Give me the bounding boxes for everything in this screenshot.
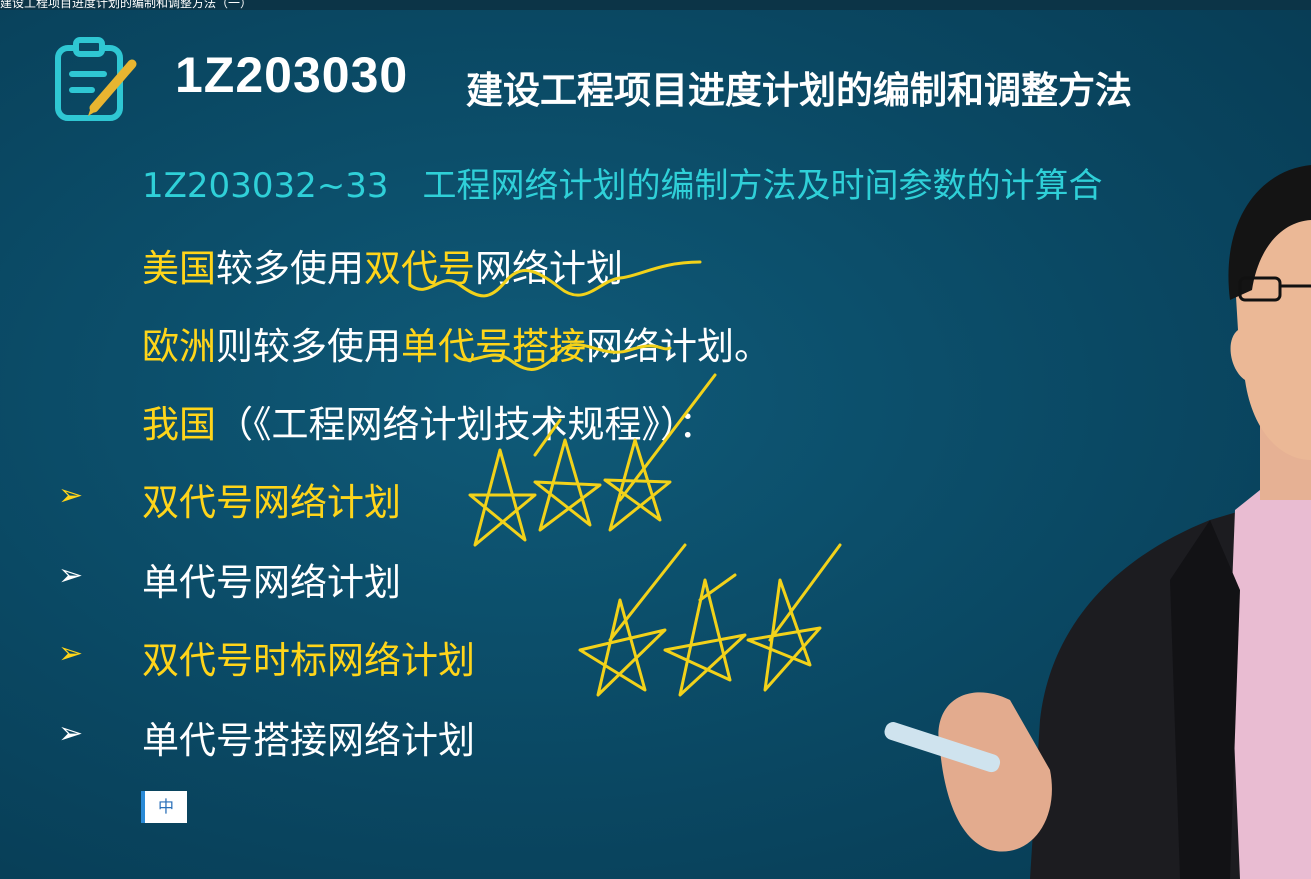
line-text: 则较多使用 [216, 325, 401, 368]
check-icon [608, 543, 687, 642]
line-text: 网络计划 [475, 247, 623, 290]
highlight-country: 美国 [142, 247, 216, 290]
list-item: 双代号时标网络计划 [142, 639, 475, 682]
star-icon [746, 578, 822, 692]
highlight-term: 双代号 [364, 247, 475, 290]
list-bullet: ➢ [58, 636, 84, 671]
star-icon [533, 438, 602, 532]
list-item: 单代号搭接网络计划 [142, 719, 475, 762]
highlight-term: 单代号搭接 [401, 325, 586, 368]
check-icon [768, 543, 842, 642]
list-item: 双代号网络计划 [142, 481, 401, 524]
star-icon [578, 598, 667, 697]
line-text: 网络计划。 [586, 325, 771, 368]
list-bullet: ➢ [58, 558, 84, 593]
page-title: 建设工程项目进度计划的编制和调整方法 [466, 69, 1132, 112]
input-method-badge[interactable]: 中 [141, 791, 187, 823]
text-line-china: 我国（《工程网络计划技术规程》）： [142, 394, 716, 448]
list-item: 单代号网络计划 [142, 561, 401, 604]
star-icon [603, 438, 672, 532]
line-text: （《工程网络计划技术规程》）： [216, 403, 716, 446]
check-icon [698, 573, 737, 602]
text-line-europe: 欧洲则较多使用单代号搭接网络计划。 [142, 316, 771, 370]
highlight-country: 欧洲 [142, 325, 216, 368]
window-title-bar: 建设工程项目进度计划的编制和调整方法（一） [0, 0, 1311, 10]
window-title: 建设工程项目进度计划的编制和调整方法（一） [0, 0, 253, 10]
highlight-country: 我国 [142, 403, 216, 446]
list-bullet: ➢ [58, 716, 84, 751]
star-icon [663, 578, 747, 697]
presenter-figure [884, 165, 1311, 879]
line-text: 较多使用 [216, 247, 364, 290]
text-line-usa: 美国较多使用双代号网络计划 [142, 238, 623, 292]
star-icon [468, 448, 537, 547]
notepad-pen-icon [55, 37, 137, 121]
section-code: 1Z203030 [175, 47, 409, 103]
list-bullet: ➢ [58, 478, 84, 513]
